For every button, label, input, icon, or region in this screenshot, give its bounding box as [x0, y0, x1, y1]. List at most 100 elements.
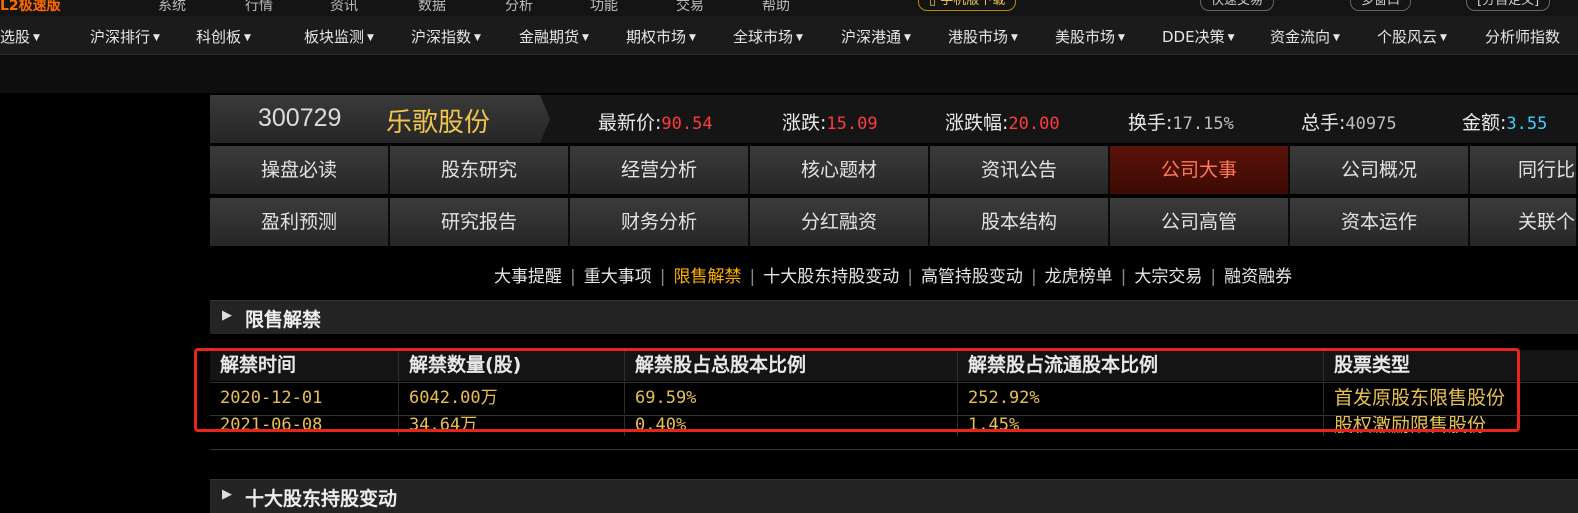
- menu-indices[interactable]: 沪深指数 ▼: [411, 26, 481, 47]
- menu-help[interactable]: 帮助: [762, 0, 790, 15]
- dropdown-arrow-icon: ▼: [153, 33, 160, 43]
- separator: |: [907, 267, 913, 287]
- dropdown-arrow-icon: ▼: [244, 33, 251, 43]
- cell-pct-total-shares: 69.59%: [624, 383, 957, 414]
- dropdown-arrow-icon: ▼: [1227, 33, 1235, 43]
- tab-earnings-forecast[interactable]: 盈利预测: [210, 198, 390, 246]
- tab-executives[interactable]: 公司高管: [1110, 198, 1290, 246]
- menu-rankings[interactable]: 沪深排行 ▼: [90, 26, 160, 47]
- header-unlock-quantity: 解禁数量(股): [398, 350, 624, 381]
- menu-stock-screener[interactable]: 选股 ▼: [0, 26, 40, 47]
- dropdown-arrow-icon: ▼: [33, 33, 40, 43]
- menu-system[interactable]: 系统: [158, 0, 186, 15]
- subnav-executive-holdings[interactable]: 高管持股变动: [921, 267, 1023, 287]
- tab-core-themes[interactable]: 核心题材: [750, 146, 930, 194]
- cell-unlock-quantity: 34.64万: [398, 416, 624, 436]
- header-share-type: 股票类型: [1323, 350, 1578, 381]
- subnav-margin-trading[interactable]: 融资融券: [1224, 267, 1292, 287]
- dropdown-arrow-icon: ▼: [904, 33, 911, 43]
- fast-trade-button[interactable]: 快速交易: [1200, 0, 1275, 11]
- stock-name: 乐歌股份: [386, 108, 491, 138]
- menu-stock-connect[interactable]: 沪深港通 ▼: [841, 26, 911, 47]
- cell-share-type: 股权激励限售股份: [1323, 416, 1578, 436]
- cell-pct-total-shares: 0.40%: [624, 416, 957, 436]
- market-menu-bar: 选股 ▼ 沪深排行 ▼ 科创板 ▼ 板块监测 ▼ 沪深指数 ▼ 金融期货 ▼ 期权市场 ▼ 全…: [0, 16, 1578, 55]
- dropdown-arrow-icon: ▼: [1333, 33, 1340, 43]
- section-title: 限售解禁: [245, 309, 322, 331]
- dropdown-arrow-icon: ▼: [1440, 33, 1447, 43]
- tab-company-events[interactable]: 公司大事: [1110, 146, 1290, 194]
- dropdown-arrow-icon: ▼: [474, 33, 481, 43]
- separator: |: [749, 267, 756, 287]
- menu-sector-monitor[interactable]: 板块监测 ▼: [304, 26, 374, 47]
- expand-triangle-icon: ▶: [222, 487, 232, 502]
- tab-trading-essentials[interactable]: 操盘必读: [210, 146, 390, 194]
- menu-data[interactable]: 数据: [418, 0, 446, 15]
- price-change-value: 15.09: [826, 114, 878, 134]
- subnav-lockup-expiry[interactable]: 限售解禁: [673, 267, 741, 287]
- cell-unlock-date: 2021-06-08: [220, 416, 323, 435]
- multi-window-button[interactable]: 多窗口: [1350, 0, 1412, 11]
- dropdown-arrow-icon: ▼: [582, 33, 589, 43]
- menu-futures[interactable]: 金融期货 ▼: [519, 26, 589, 47]
- header-pct-total-shares: 解禁股占总股本比例: [624, 350, 957, 381]
- table-header-row: 解禁时间 解禁数量(股) 解禁股占总股本比例 解禁股占流通股本比例 股票类型: [210, 350, 1578, 381]
- tab-news-announcements[interactable]: 资讯公告: [930, 146, 1110, 194]
- menu-analysis[interactable]: 分析: [505, 0, 533, 15]
- price-change-pct: 涨跌幅:20.00: [945, 112, 1060, 134]
- dropdown-arrow-icon: ▼: [796, 33, 803, 43]
- section-header-top10-holders[interactable]: ▶ 十大股东持股变动: [210, 479, 1578, 513]
- tab-share-structure[interactable]: 股本结构: [930, 198, 1110, 246]
- header-pct-float-shares: 解禁股占流通股本比例: [957, 350, 1323, 381]
- price-change: 涨跌:15.09: [782, 112, 878, 134]
- menu-trade[interactable]: 交易: [676, 0, 704, 15]
- section-header-lockup[interactable]: ▶ 限售解禁: [210, 300, 1578, 334]
- mobile-download-button[interactable]: ▯ 手机版下载: [918, 0, 1017, 11]
- custom-button[interactable]: [分自定义]: [1466, 0, 1551, 11]
- menu-stock-news[interactable]: 个股风云 ▼: [1377, 26, 1447, 47]
- tab-research-reports[interactable]: 研究报告: [390, 198, 570, 246]
- separator: |: [1120, 267, 1127, 287]
- menu-us-market[interactable]: 美股市场 ▼: [1055, 26, 1125, 47]
- menu-functions[interactable]: 功能: [590, 0, 618, 15]
- menu-news[interactable]: 资讯: [330, 0, 358, 15]
- latest-price: 最新价:90.54: [598, 112, 713, 134]
- subnav-major-matters[interactable]: 重大事项: [584, 267, 652, 287]
- tab-business-analysis[interactable]: 经营分析: [570, 146, 750, 194]
- header-unlock-date: 解禁时间: [220, 354, 297, 376]
- cell-share-type: 首发原股东限售股份: [1323, 383, 1578, 414]
- tab-related-stocks[interactable]: 关联个股: [1470, 198, 1578, 246]
- expand-triangle-icon: ▶: [222, 308, 232, 323]
- separator: |: [1030, 267, 1037, 287]
- tab-shareholder-research[interactable]: 股东研究: [390, 146, 570, 194]
- app-logo: L2极速版: [0, 0, 61, 14]
- menu-analyst-index[interactable]: 分析师指数: [1485, 26, 1560, 47]
- tab-capital-operations[interactable]: 资本运作: [1290, 198, 1470, 246]
- menu-hk-market[interactable]: 港股市场 ▼: [948, 26, 1018, 47]
- subnav-top10-holder-changes[interactable]: 十大股东持股变动: [763, 267, 899, 287]
- divider: [210, 449, 1578, 450]
- menu-dde[interactable]: DDE决策 ▼: [1162, 26, 1235, 47]
- menu-options[interactable]: 期权市场 ▼: [626, 26, 696, 47]
- table-row: 2021-06-08 34.64万 0.40% 1.45% 股权激励限售股份: [210, 416, 1578, 436]
- title-bar: L2极速版 系统 行情 资讯 数据 分析 功能 交易 帮助 ▯ 手机版下载 快速…: [0, 0, 1578, 16]
- tab-peer-comparison[interactable]: 同行比较: [1470, 146, 1578, 194]
- cell-unlock-quantity: 6042.00万: [398, 383, 624, 414]
- subnav-event-reminder[interactable]: 大事提醒: [494, 267, 562, 287]
- dropdown-arrow-icon: ▼: [1011, 33, 1018, 43]
- menu-star-market[interactable]: 科创板 ▼: [196, 26, 251, 47]
- menu-capital-flow[interactable]: 资金流向 ▼: [1270, 26, 1340, 47]
- menu-global-markets[interactable]: 全球市场 ▼: [733, 26, 803, 47]
- tab-company-overview[interactable]: 公司概况: [1290, 146, 1470, 194]
- menu-quotes[interactable]: 行情: [245, 0, 273, 15]
- subnav-block-trades[interactable]: 大宗交易: [1134, 267, 1202, 287]
- tab-dividends-financing[interactable]: 分红融资: [750, 198, 930, 246]
- total-volume: 总手:40975: [1301, 112, 1397, 134]
- latest-price-value: 90.54: [661, 114, 713, 134]
- tab-financial-analysis[interactable]: 财务分析: [570, 198, 750, 246]
- subnav-dragon-tiger-list[interactable]: 龙虎榜单: [1045, 267, 1113, 287]
- dropdown-arrow-icon: ▼: [367, 33, 374, 43]
- stock-code: 300729: [258, 104, 342, 132]
- turnover-rate: 换手:17.15%: [1128, 112, 1234, 134]
- sub-navigation: 大事提醒 | 重大事项 | 限售解禁 | 十大股东持股变动 | 高管持股变动 | 龙虎榜单 | 大宗交易…: [494, 262, 1292, 287]
